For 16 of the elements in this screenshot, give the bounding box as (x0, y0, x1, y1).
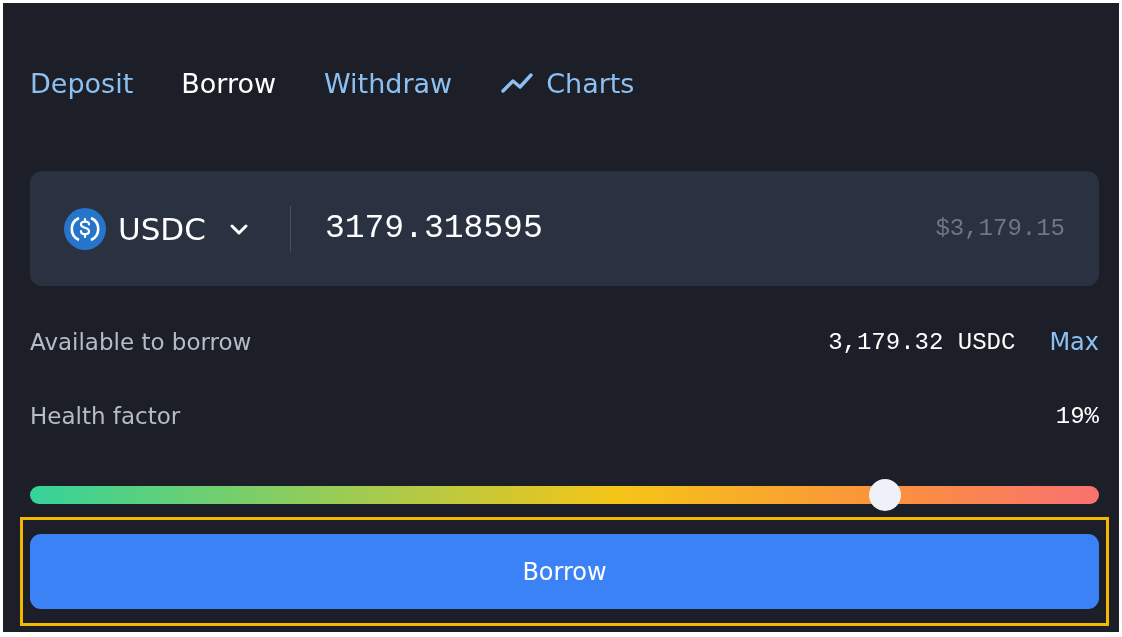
tab[interactable]: Charts (500, 67, 635, 99)
available-label: Available to borrow (30, 329, 253, 355)
borrow-button[interactable]: Borrow (30, 534, 1099, 609)
health-factor-value: 19% (1055, 402, 1099, 430)
amount-field[interactable]: 3179.318595 (324, 210, 936, 247)
usd-value: $3,179.15 (935, 215, 1065, 242)
dollar-coin-icon (64, 207, 106, 250)
token-selector[interactable]: USDC (64, 207, 250, 250)
health-factor-label: Health factor (30, 403, 182, 429)
slider-thumb[interactable] (869, 479, 902, 511)
tab[interactable]: Deposit (30, 67, 134, 99)
tab[interactable]: Withdraw (324, 67, 453, 99)
max-link[interactable]: Max (1049, 328, 1099, 356)
available-amount: 3,179.32 USDC (828, 328, 1016, 356)
tab[interactable]: Borrow (181, 67, 276, 99)
line-chart-icon (500, 72, 535, 94)
